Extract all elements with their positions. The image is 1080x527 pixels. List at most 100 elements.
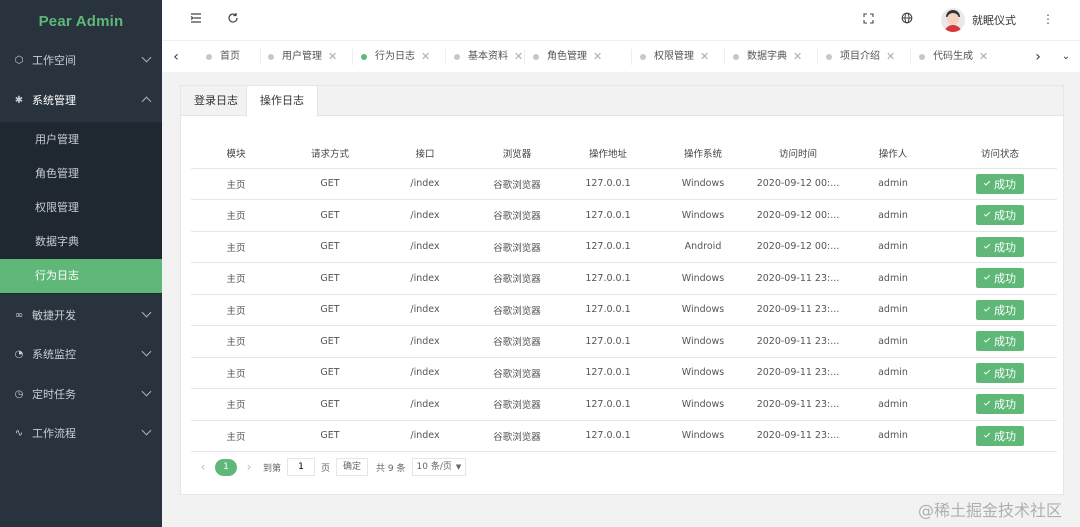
table-cell: GET: [281, 231, 379, 263]
tab-project-intro[interactable]: 项目介绍 ✕: [826, 41, 895, 73]
tabs-dropdown-icon[interactable]: ⌄: [1054, 41, 1078, 73]
status-badge[interactable]: 成功: [976, 173, 1024, 194]
table-cell: 成功: [943, 262, 1057, 295]
column-header: 操作系统: [653, 138, 753, 169]
status-badge[interactable]: 成功: [976, 299, 1024, 320]
tabs-scroll-right-icon[interactable]: ›: [1026, 41, 1050, 73]
table-cell: /index: [379, 325, 471, 358]
menu-monitor[interactable]: ◔ 系统监控: [0, 334, 162, 374]
fullscreen-icon[interactable]: [860, 12, 876, 28]
submenu-item-users[interactable]: 用户管理: [0, 123, 162, 157]
close-icon[interactable]: ✕: [886, 41, 895, 73]
username[interactable]: 就眠仪式: [972, 12, 1016, 28]
column-header: 操作地址: [563, 138, 653, 169]
column-header: 模块: [191, 138, 281, 169]
table-cell: GET: [281, 168, 379, 200]
status-badge[interactable]: 成功: [976, 425, 1024, 446]
check-icon: [983, 210, 991, 217]
table-cell: 成功: [943, 388, 1057, 421]
log-panel: 登录日志 操作日志 模块 请求方式 接口 浏览器 操作地址 操作系统 访问时间 …: [180, 85, 1064, 495]
table-row: 主页 GET/index 谷歌浏览器 127.0.0.1 Windows 2020-09-…: [191, 357, 1057, 389]
status-badge[interactable]: 成功: [976, 236, 1024, 257]
tab-roles[interactable]: 角色管理 ✕: [533, 41, 602, 73]
submenu-item-dictionary[interactable]: 数据字典: [0, 225, 162, 259]
table-cell: Windows: [653, 420, 753, 452]
check-icon: [983, 242, 991, 249]
tab-home[interactable]: 首页: [206, 41, 240, 73]
tab-login-log[interactable]: 登录日志: [181, 86, 251, 116]
menu-agile-dev[interactable]: ∞ 敏捷开发: [0, 295, 162, 335]
operation-log-table: 模块 请求方式 接口 浏览器 操作地址 操作系统 访问时间 操作人 访问状态 主…: [191, 138, 1057, 452]
app-logo[interactable]: Pear Admin: [0, 0, 162, 44]
tab-behavior-log[interactable]: 行为日志 ✕: [361, 41, 430, 73]
status-badge[interactable]: 成功: [976, 362, 1024, 383]
table-cell: 2020-09-12 00:...: [753, 231, 843, 263]
table-cell: 成功: [943, 325, 1057, 358]
status-text: 成功: [994, 398, 1016, 412]
table-row: 主页 GET/index 谷歌浏览器 127.0.0.1 Android 2020-09-…: [191, 231, 1057, 263]
table-cell: 主页: [191, 231, 281, 263]
page-suffix: 页: [321, 463, 331, 474]
status-text: 成功: [994, 209, 1016, 223]
tab-dot-icon: [361, 54, 367, 60]
more-vertical-icon[interactable]: ⋮: [1042, 12, 1054, 26]
table-row: 主页 GET/index 谷歌浏览器 127.0.0.1 Windows 2020-09-…: [191, 420, 1057, 452]
tab-profile[interactable]: 基本资料 ✕: [454, 41, 523, 73]
status-text: 成功: [994, 335, 1016, 349]
close-icon[interactable]: ✕: [793, 41, 802, 73]
avatar[interactable]: [941, 8, 965, 32]
tab-label: 行为日志: [375, 51, 415, 62]
close-icon[interactable]: ✕: [421, 41, 430, 73]
table-row: 主页 GET/index 谷歌浏览器 127.0.0.1 Windows 2020-09-…: [191, 325, 1057, 358]
column-header: 访问时间: [753, 138, 843, 169]
table-cell: 127.0.0.1: [563, 420, 653, 452]
close-icon[interactable]: ✕: [328, 41, 337, 73]
close-icon[interactable]: ✕: [700, 41, 709, 73]
menu-scheduled-tasks[interactable]: ◷ 定时任务: [0, 374, 162, 414]
close-icon[interactable]: ✕: [593, 41, 602, 73]
current-page[interactable]: 1: [215, 458, 237, 476]
check-icon: [983, 305, 991, 312]
tab-code-gen[interactable]: 代码生成 ✕: [919, 41, 988, 73]
status-badge[interactable]: 成功: [976, 205, 1024, 226]
table-cell: 2020-09-11 23:...: [753, 262, 843, 295]
menu-label: 工作流程: [32, 427, 76, 440]
status-badge[interactable]: 成功: [976, 331, 1024, 352]
confirm-button[interactable]: 确定: [336, 458, 369, 476]
caret-down-icon: ▼: [455, 463, 462, 471]
status-text: 成功: [994, 272, 1016, 286]
status-badge[interactable]: 成功: [976, 268, 1024, 289]
menu-workspace[interactable]: ⬡ 工作空间: [0, 40, 162, 80]
submenu-item-permissions[interactable]: 权限管理: [0, 191, 162, 225]
refresh-icon[interactable]: [225, 12, 241, 28]
table-cell: 主页: [191, 357, 281, 389]
table-cell: 成功: [943, 168, 1057, 200]
tab-permissions[interactable]: 权限管理 ✕: [640, 41, 709, 73]
table-cell: 127.0.0.1: [563, 231, 653, 263]
menu-system[interactable]: ✱ 系统管理: [0, 80, 162, 120]
tab-dictionary[interactable]: 数据字典 ✕: [733, 41, 802, 73]
page-number-input[interactable]: [287, 458, 316, 476]
tabs-scroll-left-icon[interactable]: ‹: [164, 41, 188, 73]
next-page-icon[interactable]: ›: [243, 460, 255, 474]
table-cell: admin: [843, 168, 943, 200]
menu-toggle-icon[interactable]: [188, 12, 204, 28]
infinity-icon: ∞: [14, 309, 24, 321]
tab-users[interactable]: 用户管理 ✕: [268, 41, 337, 73]
table-cell: Windows: [653, 262, 753, 295]
submenu-item-roles[interactable]: 角色管理: [0, 157, 162, 191]
close-icon[interactable]: ✕: [979, 41, 988, 73]
status-badge[interactable]: 成功: [976, 394, 1024, 415]
close-icon[interactable]: ✕: [514, 41, 523, 73]
table-cell: 127.0.0.1: [563, 294, 653, 326]
menu-workflow[interactable]: ∿ 工作流程: [0, 413, 162, 453]
check-icon: [983, 431, 991, 438]
pagination: ‹ 1 › 到第 页 确定 共 9 条 10 条/页 ▼: [197, 458, 467, 476]
tab-operation-log[interactable]: 操作日志: [246, 86, 318, 117]
table-cell: admin: [843, 388, 943, 421]
page-size-select[interactable]: 10 条/页 ▼: [411, 458, 467, 476]
table-cell: 127.0.0.1: [563, 325, 653, 358]
submenu-item-behavior-log[interactable]: 行为日志: [0, 259, 162, 293]
prev-page-icon[interactable]: ‹: [197, 460, 209, 474]
globe-icon[interactable]: [899, 12, 915, 28]
